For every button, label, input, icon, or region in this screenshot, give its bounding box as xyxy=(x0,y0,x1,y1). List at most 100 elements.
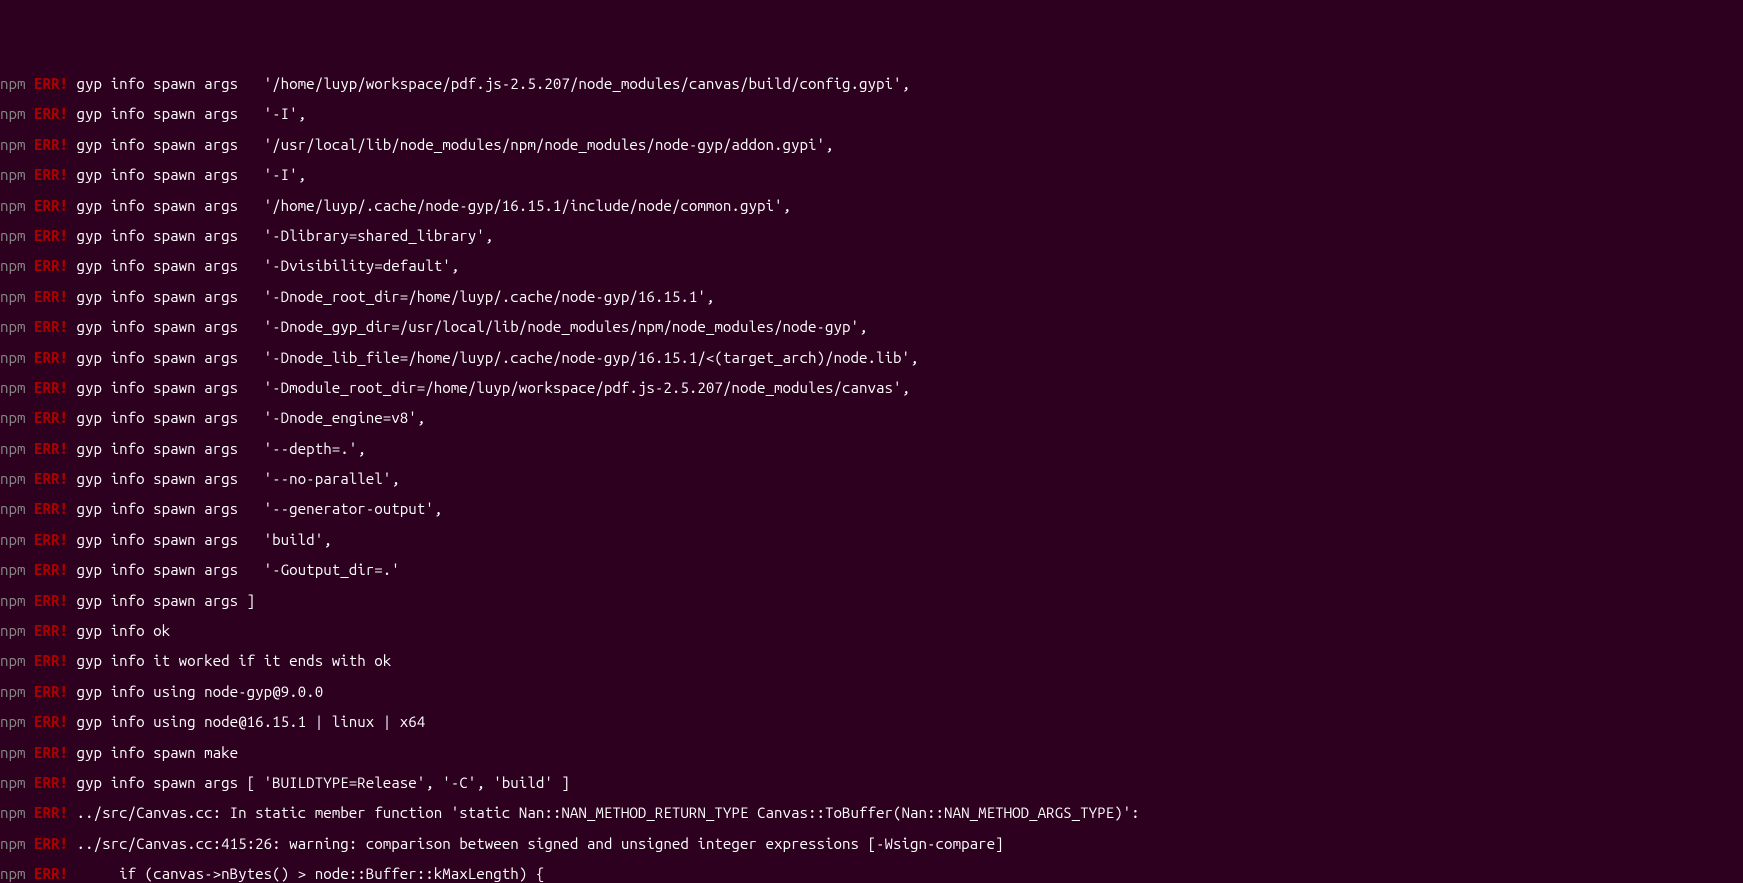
npm-prefix: npm xyxy=(0,683,26,700)
terminal-line: npm ERR! gyp info spawn args '--depth=.'… xyxy=(0,441,1743,456)
npm-prefix: npm xyxy=(0,622,26,639)
terminal-line: npm ERR! gyp info spawn args '/usr/local… xyxy=(0,137,1743,152)
npm-prefix: npm xyxy=(0,774,26,791)
npm-prefix: npm xyxy=(0,561,26,578)
npm-prefix: npm xyxy=(0,713,26,730)
npm-prefix: npm xyxy=(0,531,26,548)
terminal-line: npm ERR! gyp info spawn args '-Dnode_gyp… xyxy=(0,319,1743,334)
npm-prefix: npm xyxy=(0,379,26,396)
terminal-line: npm ERR! gyp info spawn make xyxy=(0,745,1743,760)
npm-prefix: npm xyxy=(0,166,26,183)
npm-prefix: npm xyxy=(0,500,26,517)
log-message: gyp info spawn args '-Dnode_engine=v8', xyxy=(68,409,425,426)
terminal-line: npm ERR! gyp info spawn args '-Goutput_d… xyxy=(0,562,1743,577)
terminal-line: npm ERR! ../src/Canvas.cc:415:26: warnin… xyxy=(0,836,1743,851)
err-tag: ERR! xyxy=(26,75,69,92)
log-message: ../src/Canvas.cc:415:26: warning: compar… xyxy=(68,835,1004,852)
terminal-line: npm ERR! gyp info spawn args '-I', xyxy=(0,167,1743,182)
npm-prefix: npm xyxy=(0,835,26,852)
terminal-line: npm ERR! gyp info ok xyxy=(0,623,1743,638)
err-tag: ERR! xyxy=(26,500,69,517)
terminal-line: npm ERR! gyp info spawn args '-Dnode_eng… xyxy=(0,410,1743,425)
terminal-line: npm ERR! gyp info spawn args '-Dmodule_r… xyxy=(0,380,1743,395)
log-message: gyp info spawn args '-I', xyxy=(68,105,306,122)
npm-prefix: npm xyxy=(0,197,26,214)
terminal-line: npm ERR! gyp info spawn args '-Dnode_roo… xyxy=(0,289,1743,304)
err-tag: ERR! xyxy=(26,409,69,426)
log-message: gyp info ok xyxy=(68,622,179,639)
terminal-line: npm ERR! gyp info spawn args '--generato… xyxy=(0,501,1743,516)
log-message: gyp info spawn args '-Goutput_dir=.' xyxy=(68,561,400,578)
err-tag: ERR! xyxy=(26,227,69,244)
npm-prefix: npm xyxy=(0,592,26,609)
err-tag: ERR! xyxy=(26,379,69,396)
err-tag: ERR! xyxy=(26,257,69,274)
log-message: gyp info using node@16.15.1 | linux | x6… xyxy=(68,713,425,730)
err-tag: ERR! xyxy=(26,318,69,335)
log-message: gyp info spawn args '-Dnode_gyp_dir=/usr… xyxy=(68,318,867,335)
terminal-line: npm ERR! gyp info spawn args [ 'BUILDTYP… xyxy=(0,775,1743,790)
err-tag: ERR! xyxy=(26,349,69,366)
log-message: gyp info spawn args '/home/luyp/.cache/n… xyxy=(68,197,791,214)
npm-prefix: npm xyxy=(0,136,26,153)
log-message: gyp info spawn args '-Dlibrary=shared_li… xyxy=(68,227,493,244)
terminal-line: npm ERR! gyp info using node-gyp@9.0.0 xyxy=(0,684,1743,699)
npm-prefix: npm xyxy=(0,440,26,457)
terminal-line: npm ERR! gyp info spawn args '--no-paral… xyxy=(0,471,1743,486)
npm-prefix: npm xyxy=(0,652,26,669)
err-tag: ERR! xyxy=(26,136,69,153)
err-tag: ERR! xyxy=(26,440,69,457)
err-tag: ERR! xyxy=(26,804,69,821)
npm-prefix: npm xyxy=(0,804,26,821)
err-tag: ERR! xyxy=(26,197,69,214)
terminal-line: npm ERR! gyp info spawn args '-I', xyxy=(0,106,1743,121)
err-tag: ERR! xyxy=(26,105,69,122)
npm-prefix: npm xyxy=(0,409,26,426)
log-message: gyp info spawn args '-Dnode_root_dir=/ho… xyxy=(68,288,714,305)
err-tag: ERR! xyxy=(26,835,69,852)
terminal-line: npm ERR! ../src/Canvas.cc: In static mem… xyxy=(0,805,1743,820)
err-tag: ERR! xyxy=(26,744,69,761)
log-message: gyp info spawn args [ 'BUILDTYPE=Release… xyxy=(68,774,570,791)
log-message: gyp info spawn args '-Dvisibility=defaul… xyxy=(68,257,459,274)
log-message: gyp info it worked if it ends with ok xyxy=(68,652,391,669)
terminal-line: npm ERR! gyp info spawn args '-Dvisibili… xyxy=(0,258,1743,273)
err-tag: ERR! xyxy=(26,561,69,578)
terminal-line: npm ERR! gyp info spawn args '/home/luyp… xyxy=(0,198,1743,213)
log-message: gyp info spawn make xyxy=(68,744,238,761)
log-message: gyp info using node-gyp@9.0.0 xyxy=(68,683,323,700)
terminal-line: npm ERR! if (canvas->nBytes() > node::Bu… xyxy=(0,866,1743,881)
terminal-line: npm ERR! gyp info it worked if it ends w… xyxy=(0,653,1743,668)
npm-prefix: npm xyxy=(0,227,26,244)
log-message: gyp info spawn args '/usr/local/lib/node… xyxy=(68,136,833,153)
log-message: gyp info spawn args '--no-parallel', xyxy=(68,470,400,487)
err-tag: ERR! xyxy=(26,531,69,548)
err-tag: ERR! xyxy=(26,713,69,730)
log-message: gyp info spawn args '-I', xyxy=(68,166,306,183)
log-message: gyp info spawn args ] xyxy=(68,592,255,609)
npm-prefix: npm xyxy=(0,105,26,122)
log-message: ../src/Canvas.cc: In static member funct… xyxy=(68,804,1140,821)
err-tag: ERR! xyxy=(26,652,69,669)
err-tag: ERR! xyxy=(26,622,69,639)
err-tag: ERR! xyxy=(26,470,69,487)
err-tag: ERR! xyxy=(26,166,69,183)
err-tag: ERR! xyxy=(26,683,69,700)
err-tag: ERR! xyxy=(26,774,69,791)
log-message: gyp info spawn args '-Dnode_lib_file=/ho… xyxy=(68,349,919,366)
err-tag: ERR! xyxy=(26,288,69,305)
log-message: gyp info spawn args '-Dmodule_root_dir=/… xyxy=(68,379,910,396)
npm-prefix: npm xyxy=(0,318,26,335)
terminal-line: npm ERR! gyp info spawn args 'build', xyxy=(0,532,1743,547)
log-message: gyp info spawn args 'build', xyxy=(68,531,332,548)
log-message: gyp info spawn args '/home/luyp/workspac… xyxy=(68,75,910,92)
npm-prefix: npm xyxy=(0,257,26,274)
npm-prefix: npm xyxy=(0,288,26,305)
log-message: gyp info spawn args '--depth=.', xyxy=(68,440,366,457)
terminal-line: npm ERR! gyp info using node@16.15.1 | l… xyxy=(0,714,1743,729)
terminal-line: npm ERR! gyp info spawn args '-Dnode_lib… xyxy=(0,350,1743,365)
terminal-line: npm ERR! gyp info spawn args ] xyxy=(0,593,1743,608)
npm-prefix: npm xyxy=(0,744,26,761)
terminal-line: npm ERR! gyp info spawn args '-Dlibrary=… xyxy=(0,228,1743,243)
terminal-output[interactable]: npm ERR! gyp info spawn args '/home/luyp… xyxy=(0,76,1743,883)
